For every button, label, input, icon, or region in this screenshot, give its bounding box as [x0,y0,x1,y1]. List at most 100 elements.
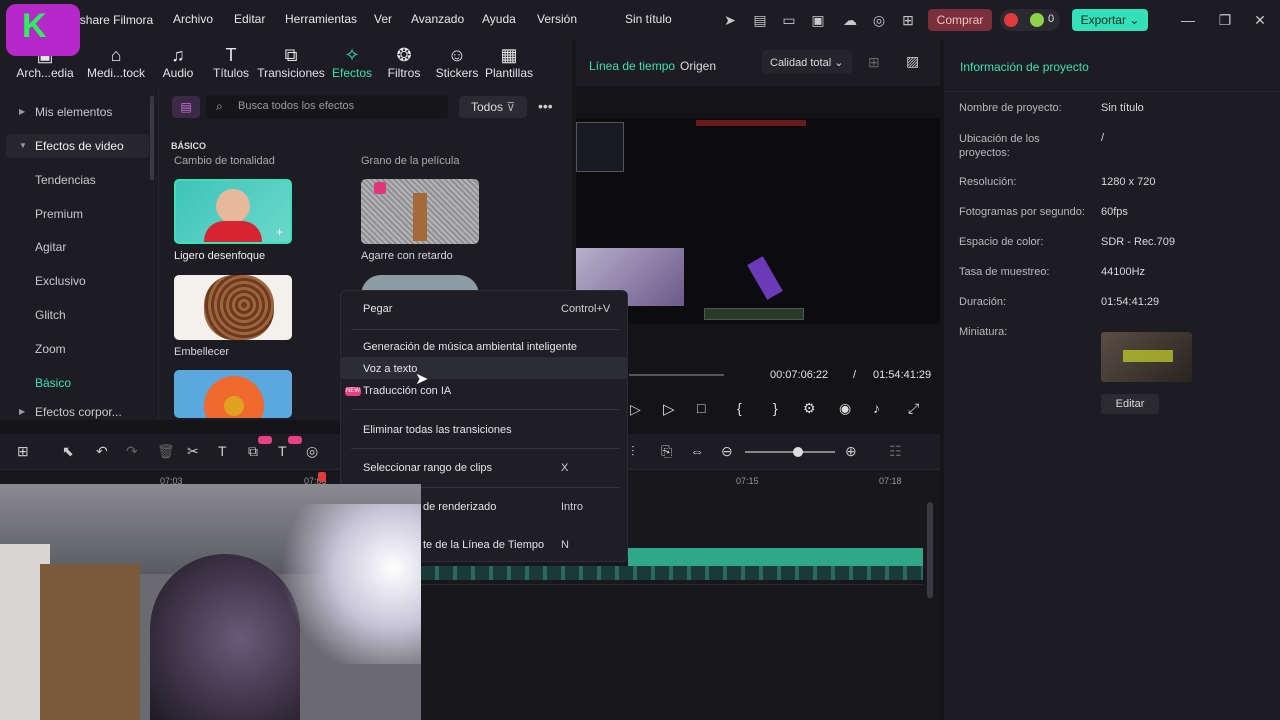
ai-text-icon[interactable]: T [278,443,287,459]
tab-origen[interactable]: Origen [680,59,716,73]
menu-item-seleccionar-rango[interactable]: Seleccionar rango de clips [363,462,492,474]
audio-mixer-icon[interactable]: ⫶ [631,443,635,460]
new-badge-icon [258,436,272,444]
sidebar-item-efectos-video[interactable]: Efectos de video [35,139,124,153]
mark-out-icon[interactable]: } [773,400,778,416]
sidebar-item-zoom[interactable]: Zoom [35,342,66,356]
menu-editar[interactable]: Editar [234,12,265,26]
layout-icon[interactable]: ⊞ [17,443,29,460]
cloud-icon[interactable]: ☁ [840,10,860,30]
zoom-in-icon[interactable]: ⊕ [845,443,857,460]
headset-icon[interactable]: ◎ [869,10,889,30]
progress-track[interactable] [629,374,724,376]
mark-in-icon[interactable]: { [737,400,742,416]
exportar-button[interactable]: Exportar ⌄ [1072,9,1148,31]
redo-icon[interactable]: ↷ [126,443,138,460]
search-placeholder: Busca todos los efectos [238,100,355,112]
delete-icon[interactable]: 🗑 [157,443,175,460]
menu-archivo[interactable]: Archivo [173,12,213,26]
tab-media-stock[interactable]: ⌂ Medi...tock [81,44,151,80]
sidebar-item-mis-elementos[interactable]: Mis elementos [35,105,112,119]
tab-linea-tiempo[interactable]: Línea de tiempo [589,59,675,73]
zoom-out-icon[interactable]: ⊖ [721,443,733,460]
menu-item-pegar[interactable]: Pegar [363,303,392,315]
sidebar-item-premium[interactable]: Premium [35,207,83,221]
current-time: 00:07:06:22 [770,369,829,381]
effect-thumb-ligero-desenfoque[interactable]: + [174,179,292,244]
menu-avanzado[interactable]: Avanzado [411,12,464,26]
grid-icon[interactable]: ⊞ [898,10,918,30]
menu-ayuda[interactable]: Ayuda [482,12,516,26]
ai-tool-icon[interactable]: ◎ [306,443,318,460]
render-icon[interactable]: ⎘ [661,443,672,460]
sidebar-item-basico[interactable]: Básico [35,376,71,390]
edit-thumbnail-button[interactable]: Editar [1101,394,1159,414]
search-input[interactable]: ⌕ Busca todos los efectos [206,95,448,119]
select-icon[interactable]: ⬉ [62,443,74,460]
menu-item-linea-tiempo[interactable]: te de la Línea de Tiempo [423,539,544,551]
text-tool-icon[interactable]: T [218,443,227,459]
menu-herramientas[interactable]: Herramientas [285,12,357,26]
filter-dropdown[interactable]: Todos ⊽ [459,96,527,118]
store-button[interactable]: ▤ [172,96,200,118]
monitor-icon[interactable]: ▭ [779,10,799,30]
video-clip[interactable] [628,548,923,566]
sidebar-item-exclusivo[interactable]: Exclusivo [35,274,86,288]
grid-menu-icon[interactable]: ☷ [889,443,902,460]
settings-icon[interactable]: ⚙ [803,400,816,417]
time-separator: / [853,369,857,381]
play-icon[interactable]: ▷ [663,400,675,418]
grid-view-icon[interactable]: ⊞ [868,54,880,71]
sidebar-item-glitch[interactable]: Glitch [35,308,66,322]
sidebar-scrollbar[interactable] [150,96,154,180]
info-value: 1280 x 720 [1101,176,1156,188]
effect-thumb-flower[interactable] [174,370,292,418]
save-icon[interactable]: ▣ [808,10,828,30]
menu-item-voz-a-texto[interactable]: Voz a texto [363,363,417,375]
send-icon[interactable]: ➤ [720,10,740,30]
tab-transiciones[interactable]: ⧉ Transiciones [256,44,326,80]
menu-ver[interactable]: Ver [374,12,392,26]
menu-item-traduccion-ia[interactable]: Traducción con IA [363,385,451,397]
minimize-icon[interactable]: — [1178,10,1198,30]
menu-item-renderizado[interactable]: de renderizado [423,501,496,513]
restore-icon[interactable]: ❐ [1215,10,1235,30]
info-label: Miniatura: [959,326,1008,338]
crop-icon[interactable]: ⧉ [248,443,258,460]
audio-waveform[interactable] [421,566,923,580]
stop-icon[interactable]: □ [697,400,705,416]
clipboard-icon[interactable]: ▤ [750,10,770,30]
volume-icon[interactable]: ♪ [873,400,880,416]
add-icon[interactable]: + [276,225,283,239]
undo-icon[interactable]: ↶ [96,443,108,460]
fullscreen-icon[interactable]: ⤢ [908,400,919,417]
thumb-tower [413,193,427,241]
credits-badge[interactable]: 0 [1000,9,1060,31]
effect-thumb-agarre-retardo[interactable] [361,179,479,244]
playhead[interactable] [318,472,326,482]
timeline-scrollbar[interactable] [927,502,933,598]
sidebar-item-efectos-corporativos[interactable]: Efectos corpor... [35,405,122,419]
sidebar-item-tendencias[interactable]: Tendencias [35,173,96,187]
snapshot-icon[interactable]: ◉ [839,400,851,417]
hud-bar [696,120,806,126]
zoom-slider[interactable] [745,447,835,457]
close-icon[interactable]: ✕ [1250,10,1270,30]
next-frame-icon[interactable]: ▷ [630,401,641,418]
quality-dropdown[interactable]: Calidad total ⌄ [762,50,852,74]
menu-separator [351,448,619,449]
menu-item-musica-ambiental[interactable]: Generación de música ambiental inteligen… [363,341,577,353]
effect-thumb-embellecer[interactable] [174,275,292,340]
sidebar-item-agitar[interactable]: Agitar [35,240,66,254]
image-icon[interactable]: ▨ [906,53,919,70]
menu-item-eliminar-transiciones[interactable]: Eliminar todas las transiciones [363,424,512,436]
menu-version[interactable]: Versión [537,12,577,26]
fit-icon[interactable]: ⇔ [690,443,704,459]
comprar-button[interactable]: Comprar [928,9,992,31]
title-bar: Wondershare Filmora Archivo Editar Herra… [0,0,1280,40]
cut-icon[interactable]: ✂ [187,443,199,460]
tab-plantillas[interactable]: ▦ Plantillas [474,44,544,80]
project-title: Sin título [625,12,672,26]
more-options-icon[interactable]: ••• [538,98,553,114]
zoom-slider-handle[interactable] [793,447,803,457]
